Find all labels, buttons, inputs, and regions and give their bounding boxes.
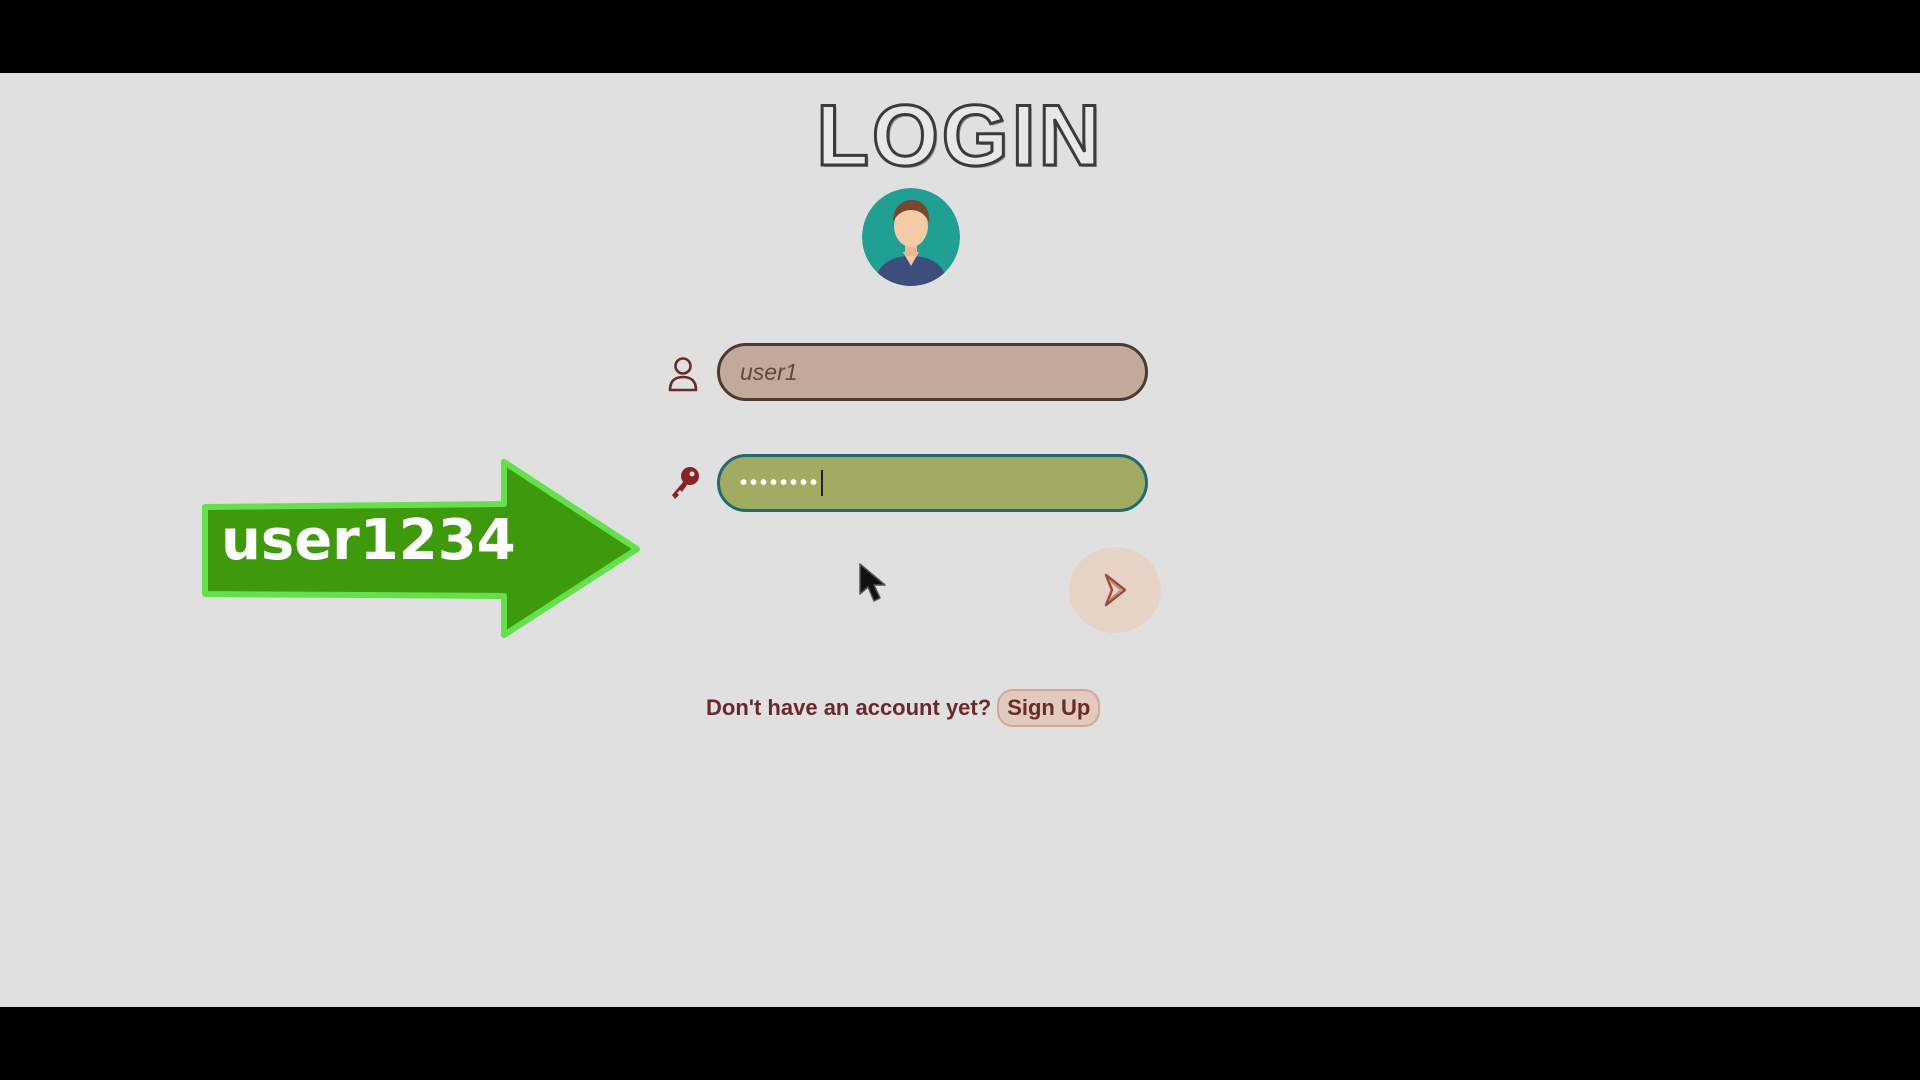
annotation-label: user1234 [221, 508, 516, 573]
password-mask: •••••••• [740, 471, 821, 494]
submit-button[interactable] [1069, 547, 1161, 633]
signup-prompt: Don't have an account yet? [706, 695, 992, 720]
key-icon [667, 464, 701, 502]
avatar-icon [862, 188, 960, 286]
chevron-right-icon [1104, 573, 1127, 607]
login-page: LOGIN user1 •••••••• Don't have an accou… [0, 73, 1920, 1007]
username-field[interactable]: user1 [717, 343, 1148, 401]
username-value: user1 [740, 358, 798, 385]
user-icon [666, 355, 700, 393]
password-field[interactable]: •••••••• [717, 454, 1148, 512]
signup-link[interactable]: Sign Up [997, 689, 1101, 727]
signup-row: Don't have an account yet? Sign Up [706, 689, 1101, 727]
text-caret [821, 470, 824, 496]
page-title: LOGIN [815, 87, 1104, 186]
mouse-cursor-icon [859, 563, 886, 602]
avatar [862, 188, 960, 286]
